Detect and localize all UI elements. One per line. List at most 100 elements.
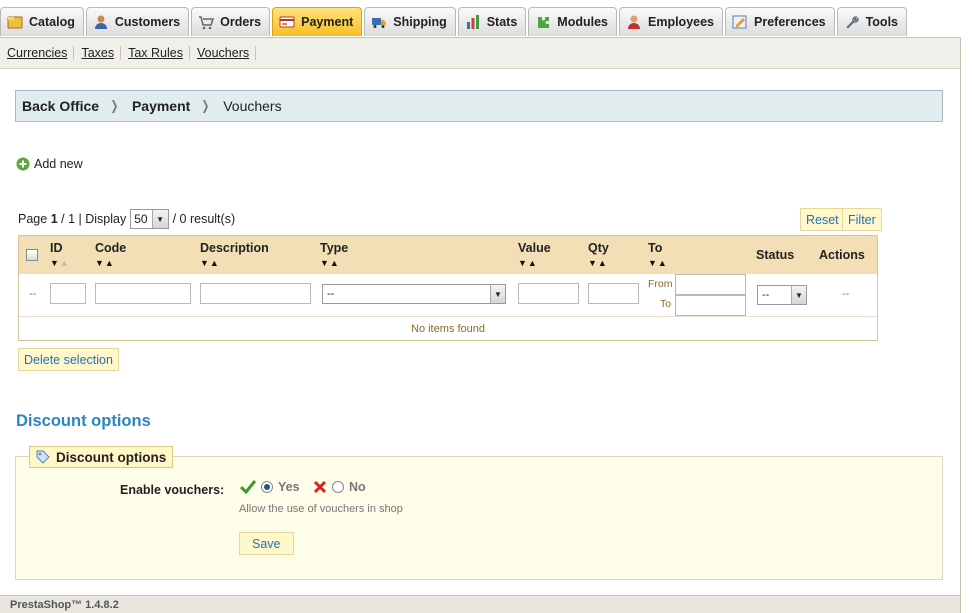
payment-icon bbox=[279, 14, 295, 30]
tab-payment[interactable]: Payment bbox=[272, 7, 363, 36]
enable-vouchers-label: Enable vouchers: bbox=[120, 483, 225, 497]
reset-button[interactable]: Reset bbox=[800, 208, 845, 231]
tab-shipping[interactable]: Shipping bbox=[364, 7, 456, 36]
chevron-down-icon: ▼ bbox=[490, 285, 505, 303]
sort-arrows-icon[interactable]: ▼▲ bbox=[95, 258, 115, 268]
yes-label: Yes bbox=[278, 480, 300, 494]
tab-label: Payment bbox=[301, 15, 354, 29]
col-type: Type bbox=[320, 241, 349, 255]
tab-label: Tools bbox=[865, 15, 898, 29]
filter-button[interactable]: Filter bbox=[842, 208, 882, 231]
filter-status-select[interactable]: -- ▼ bbox=[757, 285, 807, 305]
shipping-icon bbox=[371, 14, 387, 30]
sort-arrows-icon[interactable]: ▼▲ bbox=[320, 258, 340, 268]
tab-tools[interactable]: Tools bbox=[836, 7, 907, 36]
tab-preferences[interactable]: Preferences bbox=[725, 7, 835, 36]
add-new-link[interactable]: Add new bbox=[16, 157, 83, 171]
catalog-icon bbox=[7, 14, 23, 30]
tab-orders[interactable]: Orders bbox=[191, 7, 271, 36]
sort-arrows-icon[interactable]: ▼▲ bbox=[518, 258, 538, 268]
subnav-link-tax-rules[interactable]: Tax Rules bbox=[128, 46, 190, 60]
delete-selection-button[interactable]: Delete selection bbox=[18, 348, 119, 371]
tag-icon bbox=[36, 450, 50, 464]
filter-placeholder: -- bbox=[29, 288, 37, 300]
tab-label: Modules bbox=[557, 15, 608, 29]
filter-type-select[interactable]: -- ▼ bbox=[322, 284, 506, 304]
yes-radio[interactable] bbox=[261, 481, 273, 493]
empty-message: No items found bbox=[411, 323, 485, 335]
tab-customers[interactable]: Customers bbox=[85, 7, 190, 36]
vouchers-yes-option[interactable]: Yes bbox=[240, 480, 300, 494]
orders-icon bbox=[198, 14, 215, 30]
chevron-down-icon: ▼ bbox=[151, 210, 168, 228]
breadcrumb: Back Office ❯ Payment ❯ Vouchers bbox=[15, 90, 943, 122]
tab-employees[interactable]: Employees bbox=[619, 7, 724, 36]
modules-icon bbox=[535, 14, 551, 30]
tab-label: Preferences bbox=[754, 15, 826, 29]
col-id: ID bbox=[50, 241, 63, 255]
filter-id-input[interactable] bbox=[50, 283, 86, 304]
subnav-link-taxes[interactable]: Taxes bbox=[81, 46, 122, 60]
filter-to-label: To bbox=[660, 298, 672, 310]
subnav-link-vouchers[interactable]: Vouchers bbox=[197, 46, 257, 60]
filter-qty-input[interactable] bbox=[588, 283, 639, 304]
discount-legend-label: Discount options bbox=[56, 449, 167, 465]
col-description: Description bbox=[200, 241, 269, 255]
sort-arrows-icon[interactable]: ▼▲ bbox=[200, 258, 220, 268]
stats-icon bbox=[465, 14, 481, 30]
subnav-link-currencies[interactable]: Currencies bbox=[7, 46, 75, 60]
per-page-value: 50 bbox=[134, 212, 148, 226]
sort-arrows-icon[interactable]: ▼▲ bbox=[50, 258, 70, 268]
discount-legend: Discount options bbox=[29, 446, 174, 468]
tab-modules[interactable]: Modules bbox=[528, 7, 617, 36]
filter-to-date-input[interactable] bbox=[675, 295, 746, 316]
discount-section-title: Discount options bbox=[16, 412, 151, 430]
tab-stats[interactable]: Stats bbox=[457, 7, 527, 36]
col-value: Value bbox=[518, 241, 551, 255]
filter-description-input[interactable] bbox=[200, 283, 311, 304]
breadcrumb-current: Vouchers bbox=[223, 98, 282, 114]
per-page-select[interactable]: 50 ▼ bbox=[130, 209, 169, 229]
right-edge-strip bbox=[960, 37, 972, 613]
tab-catalog[interactable]: Catalog bbox=[0, 7, 84, 36]
col-to: To bbox=[648, 241, 663, 255]
discount-fieldset bbox=[15, 456, 943, 580]
vouchers-hint: Allow the use of vouchers in shop bbox=[239, 503, 403, 515]
sort-arrows-icon[interactable]: ▼▲ bbox=[648, 258, 668, 268]
col-actions: Actions bbox=[819, 248, 865, 262]
check-icon bbox=[240, 480, 256, 494]
customers-icon bbox=[93, 14, 109, 30]
filter-type-value: -- bbox=[327, 288, 335, 300]
chevron-right-icon: ❯ bbox=[201, 98, 210, 113]
sub-navigation: Currencies Taxes Tax Rules Vouchers bbox=[0, 37, 960, 69]
add-new-label: Add new bbox=[34, 157, 83, 171]
total-pages: / 1 bbox=[61, 212, 76, 226]
tab-label: Customers bbox=[114, 15, 181, 29]
filter-code-input[interactable] bbox=[95, 283, 191, 304]
main-tabs: Catalog Customers Orders Payment Shipping Sta… bbox=[0, 7, 909, 37]
tools-icon bbox=[844, 14, 860, 30]
tab-label: Employees bbox=[648, 15, 715, 29]
filter-row: -- -- ▼ From To -- ▼ -- bbox=[19, 274, 877, 317]
filter-from-date-input[interactable] bbox=[675, 274, 746, 295]
page-label: Page bbox=[18, 212, 48, 226]
save-button[interactable]: Save bbox=[239, 532, 294, 555]
tab-label: Orders bbox=[220, 15, 262, 29]
vouchers-table: ID ▼▲ Code ▼▲ Description ▼▲ Type ▼▲ Val… bbox=[18, 235, 878, 341]
vouchers-no-option[interactable]: No bbox=[313, 480, 366, 494]
col-status: Status bbox=[756, 248, 795, 262]
actions-placeholder: -- bbox=[842, 288, 850, 300]
sort-arrows-icon[interactable]: ▼▲ bbox=[588, 258, 608, 268]
table-header: ID ▼▲ Code ▼▲ Description ▼▲ Type ▼▲ Val… bbox=[19, 236, 877, 274]
pagination: Page 1 / 1 | Display 50 ▼ / 0 result(s) bbox=[18, 209, 235, 229]
no-radio[interactable] bbox=[332, 481, 344, 493]
tab-label: Catalog bbox=[29, 15, 75, 29]
breadcrumb-root[interactable]: Back Office bbox=[22, 98, 99, 114]
filter-value-input[interactable] bbox=[518, 283, 579, 304]
employees-icon bbox=[626, 14, 642, 30]
preferences-icon bbox=[732, 14, 748, 30]
select-all-checkbox[interactable] bbox=[26, 249, 38, 261]
current-page: 1 bbox=[50, 212, 58, 226]
breadcrumb-parent[interactable]: Payment bbox=[132, 98, 190, 114]
cross-icon bbox=[313, 480, 327, 494]
